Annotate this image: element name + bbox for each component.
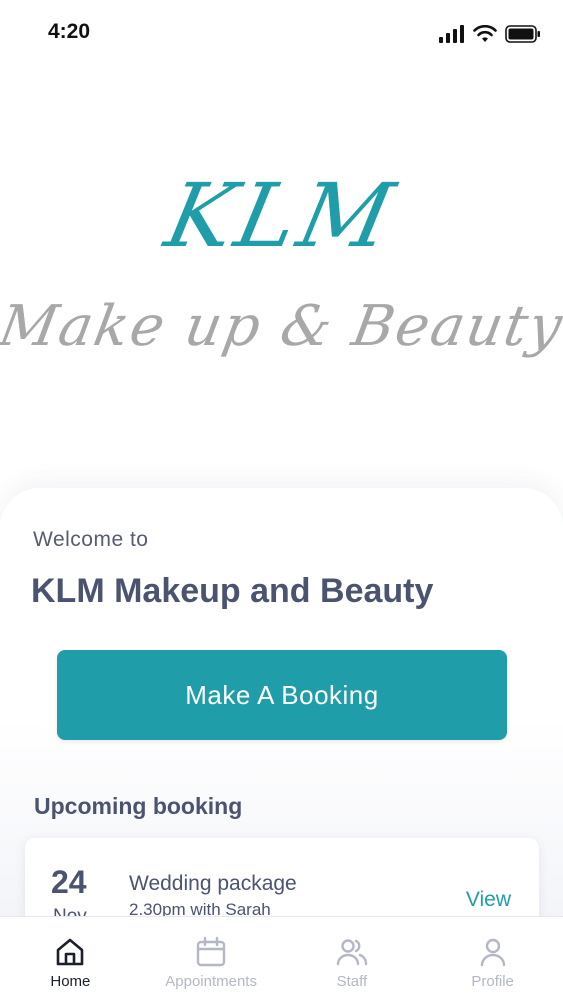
status-time: 4:20	[48, 20, 91, 43]
signal-icon	[439, 25, 464, 43]
business-name: KLM Makeup and Beauty	[31, 572, 434, 610]
tab-home[interactable]: Home	[0, 917, 141, 1001]
tab-label-profile: Profile	[471, 973, 514, 990]
tab-bar: Home Appointments Staff Profile	[0, 916, 563, 1001]
people-icon	[336, 939, 368, 966]
make-booking-button[interactable]: Make A Booking	[57, 650, 507, 740]
home-icon	[57, 938, 84, 966]
view-booking-link[interactable]: View	[466, 888, 511, 912]
tab-profile[interactable]: Profile	[422, 917, 563, 1001]
tab-label-staff: Staff	[336, 973, 368, 990]
tab-appointments[interactable]: Appointments	[141, 917, 282, 1001]
person-icon	[480, 938, 505, 967]
logo-area: KLM Make up & Beauty	[0, 68, 563, 488]
welcome-text: Welcome to	[33, 528, 149, 551]
logo-title: KLM	[157, 164, 406, 267]
battery-icon	[505, 25, 540, 43]
tab-staff[interactable]: Staff	[282, 917, 423, 1001]
status-bar: 4:20	[0, 0, 563, 68]
calendar-icon	[196, 936, 226, 967]
tab-label-home: Home	[50, 973, 91, 990]
status-icons	[439, 22, 541, 46]
booking-title: Wedding package	[129, 872, 297, 895]
upcoming-heading: Upcoming booking	[34, 793, 243, 819]
tab-label-appointments: Appointments	[165, 973, 257, 990]
wifi-icon	[473, 25, 497, 42]
logo-subtitle: Make up & Beauty	[0, 294, 563, 359]
booking-day: 24	[51, 864, 87, 900]
